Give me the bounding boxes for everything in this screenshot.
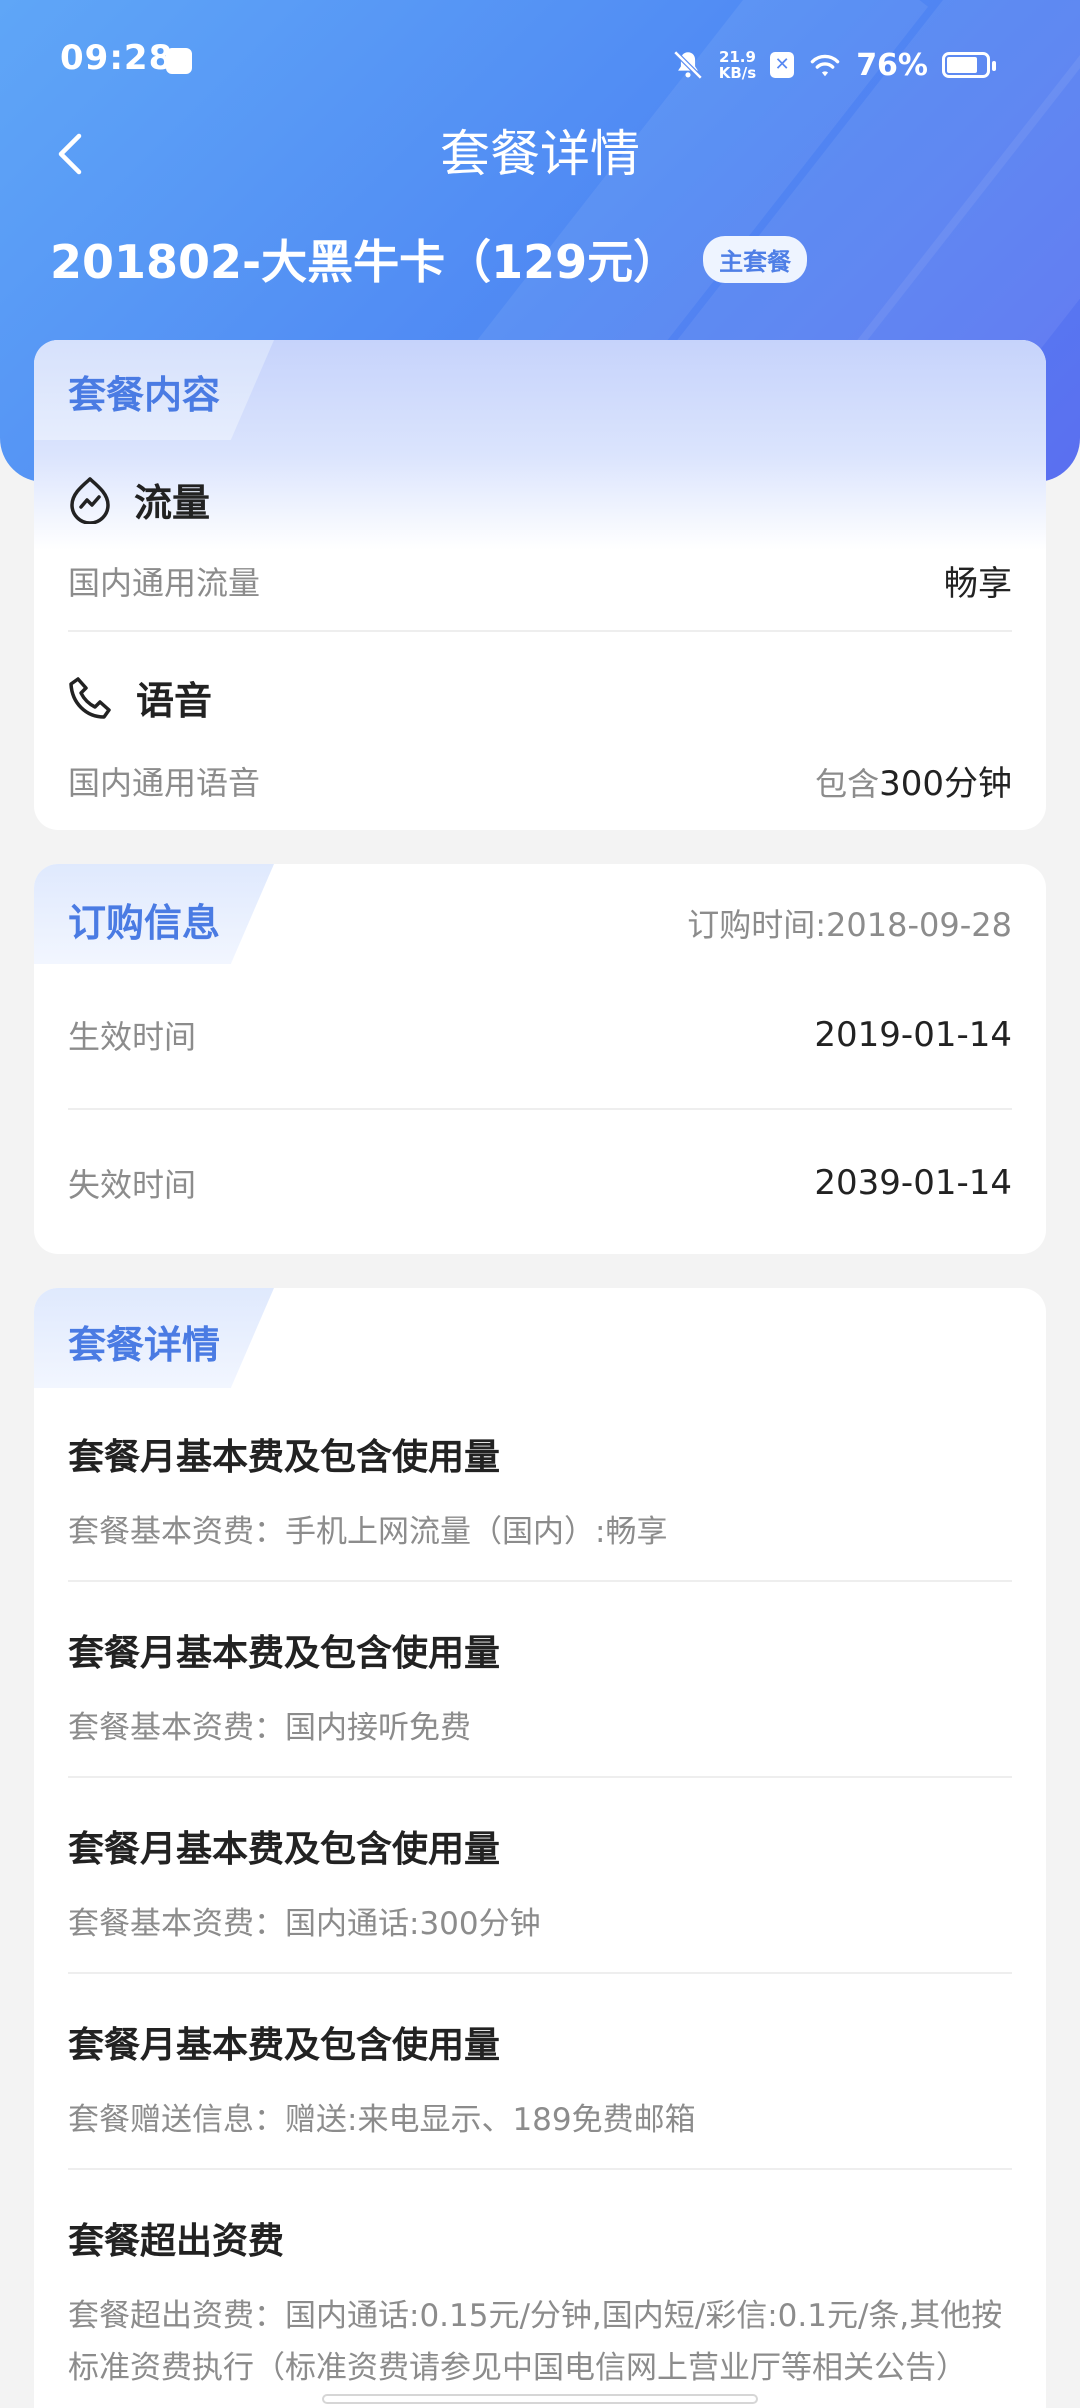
divider — [68, 1972, 1012, 1974]
plan-name: 201802-大黑牛卡（129元） — [50, 235, 680, 289]
detail-item-title: 套餐月基本费及包含使用量 — [68, 1633, 501, 1674]
package-details-card: 套餐详情 套餐月基本费及包含使用量 套餐基本资费：手机上网流量（国内）:畅享 套… — [34, 1288, 1046, 2408]
telecom-app-icon — [166, 48, 192, 74]
voice-section-head: 语音 — [68, 670, 212, 725]
status-bar: 09:28 21.9 KB/s ✕ 76% — [0, 0, 1080, 130]
detail-item: 套餐月基本费及包含使用量 套餐基本资费：手机上网流量（国内）:畅享 — [68, 1428, 1012, 1558]
page-title: 套餐详情 — [440, 125, 640, 183]
divider — [68, 1108, 1012, 1110]
data-item-label: 国内通用流量 — [68, 563, 261, 602]
data-row: 国内通用流量 畅享 — [68, 556, 1012, 605]
nav-bar: 套餐详情 — [0, 118, 1080, 190]
order-time: 订购时间:2018-09-28 — [687, 906, 1012, 944]
data-item-value: 畅享 — [944, 564, 1012, 604]
detail-item: 套餐月基本费及包含使用量 套餐基本资费：国内通话:300分钟 — [68, 1820, 1012, 1950]
expire-time-value: 2039-01-14 — [814, 1163, 1012, 1203]
voice-item-value-wrap: 包含300分钟 — [815, 756, 1012, 805]
detail-item-title: 套餐超出资费 — [68, 2221, 285, 2262]
effective-time-row: 生效时间 2019-01-14 — [68, 1012, 1012, 1058]
main-plan-badge: 主套餐 — [703, 235, 808, 283]
detail-item-desc: 套餐赠送信息：赠送:来电显示、189免费邮箱 — [68, 2102, 696, 2138]
detail-item: 套餐月基本费及包含使用量 套餐赠送信息：赠送:来电显示、189免费邮箱 — [68, 2016, 1012, 2146]
detail-item-desc: 套餐基本资费：国内接听免费 — [68, 1710, 471, 1746]
home-indicator[interactable] — [322, 2394, 758, 2404]
detail-item-title: 套餐月基本费及包含使用量 — [68, 2025, 501, 2066]
order-info-tab: 订购信息 — [68, 901, 221, 945]
detail-item-desc: 套餐基本资费：国内通话:300分钟 — [68, 1906, 541, 1942]
detail-item-desc: 套餐超出资费：国内通话:0.15元/分钟,国内短/彩信:0.1元/条,其他按标准… — [68, 2298, 1003, 2386]
phone-icon — [69, 676, 111, 719]
voice-item-label: 国内通用语音 — [68, 763, 261, 802]
package-content-card: 套餐内容 流量 国内通用流量 畅享 语音 国内通用语音 包含300分钟 — [34, 340, 1046, 830]
detail-item-desc: 套餐基本资费：手机上网流量（国内）:畅享 — [68, 1514, 668, 1550]
plan-title-row: 201802-大黑牛卡（129元） 主套餐 — [50, 224, 808, 294]
detail-item: 套餐月基本费及包含使用量 套餐基本资费：国内接听免费 — [68, 1624, 1012, 1754]
bell-muted-icon — [673, 50, 703, 80]
effective-time-label: 生效时间 — [68, 1018, 197, 1056]
battery-icon — [942, 52, 996, 78]
wifi-icon — [810, 54, 840, 77]
battery-percent: 76% — [856, 47, 928, 83]
expire-time-row: 失效时间 2039-01-14 — [68, 1160, 1012, 1206]
network-speed: 21.9 KB/s — [718, 48, 757, 82]
order-info-card: 订购信息 订购时间:2018-09-28 生效时间 2019-01-14 失效时… — [34, 864, 1046, 1254]
data-section-title: 流量 — [134, 481, 211, 525]
voice-section-title: 语音 — [136, 679, 213, 723]
package-details-tab: 套餐详情 — [68, 1323, 221, 1367]
divider — [68, 1776, 1012, 1778]
data-section-head: 流量 — [68, 472, 210, 527]
voice-row: 国内通用语音 包含300分钟 — [68, 756, 1012, 805]
status-icons: 21.9 KB/s ✕ 76% — [671, 40, 996, 90]
voice-item-value: 300分钟 — [879, 764, 1012, 804]
effective-time-value: 2019-01-14 — [814, 1015, 1012, 1055]
data-droplet-icon — [70, 476, 110, 524]
divider — [68, 630, 1012, 632]
detail-item: 套餐超出资费 套餐超出资费：国内通话:0.15元/分钟,国内短/彩信:0.1元/… — [68, 2212, 1012, 2394]
expire-time-label: 失效时间 — [68, 1166, 197, 1204]
detail-item-title: 套餐月基本费及包含使用量 — [68, 1437, 501, 1478]
voice-value-prefix: 包含 — [815, 765, 880, 803]
package-content-tab: 套餐内容 — [68, 373, 221, 417]
detail-item-title: 套餐月基本费及包含使用量 — [68, 1829, 501, 1870]
status-time: 09:28 — [60, 38, 174, 78]
x-badge-icon: ✕ — [770, 52, 795, 78]
divider — [68, 1580, 1012, 1582]
divider — [68, 2168, 1012, 2170]
